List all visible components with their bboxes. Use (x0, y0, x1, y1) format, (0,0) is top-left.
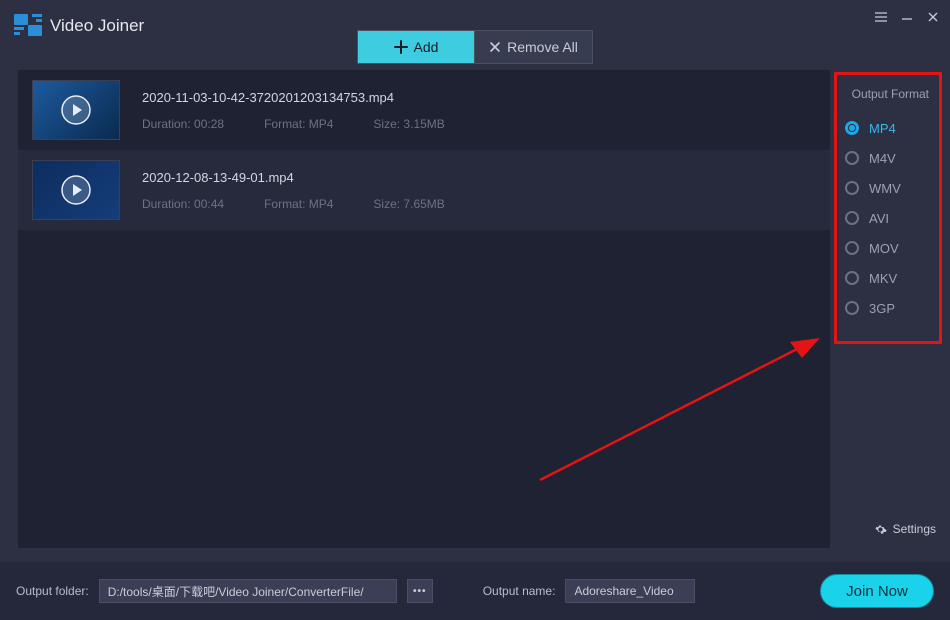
output-folder-input[interactable] (99, 579, 397, 603)
radio-dot-icon (845, 151, 859, 165)
hamburger-icon (875, 12, 887, 22)
radio-dot-icon (845, 271, 859, 285)
remove-all-button-label: Remove All (507, 39, 578, 55)
format-label: MKV (869, 271, 897, 286)
video-thumbnail (32, 160, 120, 220)
minimize-button[interactable] (900, 10, 914, 24)
format-radio-m4v[interactable]: M4V (845, 143, 931, 173)
file-name: 2020-12-08-13-49-01.mp4 (142, 170, 816, 185)
output-format-panel: Output Format MP4 M4V WMV AVI MOV MKV 3GP (834, 70, 942, 548)
gear-icon (874, 523, 887, 536)
plus-icon (394, 40, 408, 54)
format-radio-3gp[interactable]: 3GP (845, 293, 931, 323)
app-logo-wrap: Video Joiner (14, 14, 144, 38)
add-button[interactable]: Add (358, 31, 475, 63)
minimize-icon (901, 11, 913, 23)
file-row[interactable]: 2020-11-03-10-42-3720201203134753.mp4 Du… (18, 70, 830, 150)
settings-label: Settings (893, 522, 936, 536)
play-icon (60, 174, 92, 206)
radio-dot-icon (845, 211, 859, 225)
format-label: 3GP (869, 301, 895, 316)
file-meta: Duration: 00:28 Format: MP4 Size: 3.15MB (142, 117, 816, 131)
bottom-bar: Output folder: ••• Output name: Join Now (0, 562, 950, 620)
format-radio-wmv[interactable]: WMV (845, 173, 931, 203)
format-radio-mkv[interactable]: MKV (845, 263, 931, 293)
file-duration: Duration: 00:28 (142, 117, 224, 131)
format-label: MP4 (869, 121, 896, 136)
output-name-label: Output name: (483, 584, 556, 598)
file-size: Size: 7.65MB (373, 197, 444, 211)
radio-dot-icon (845, 241, 859, 255)
x-icon (489, 41, 501, 53)
close-button[interactable] (926, 10, 940, 24)
format-radio-mp4[interactable]: MP4 (845, 113, 931, 143)
radio-dot-icon (845, 301, 859, 315)
format-label: M4V (869, 151, 896, 166)
file-size: Size: 3.15MB (373, 117, 444, 131)
file-list: 2020-11-03-10-42-3720201203134753.mp4 Du… (18, 70, 830, 548)
file-format: Format: MP4 (264, 117, 333, 131)
play-icon (60, 94, 92, 126)
format-label: AVI (869, 211, 889, 226)
radio-dot-icon (845, 121, 859, 135)
app-logo-icon (14, 14, 42, 38)
format-label: MOV (869, 241, 899, 256)
file-info: 2020-12-08-13-49-01.mp4 Duration: 00:44 … (142, 170, 816, 211)
file-format: Format: MP4 (264, 197, 333, 211)
file-meta: Duration: 00:44 Format: MP4 Size: 7.65MB (142, 197, 816, 211)
add-button-label: Add (414, 39, 439, 55)
format-label: WMV (869, 181, 901, 196)
output-format-title: Output Format (845, 87, 931, 101)
remove-all-button[interactable]: Remove All (475, 31, 592, 63)
window-controls (874, 10, 940, 24)
join-now-label: Join Now (846, 583, 908, 600)
video-thumbnail (32, 80, 120, 140)
radio-dot-icon (845, 181, 859, 195)
join-now-button[interactable]: Join Now (820, 574, 934, 608)
output-folder-label: Output folder: (16, 584, 89, 598)
file-name: 2020-11-03-10-42-3720201203134753.mp4 (142, 90, 816, 105)
output-format-highlight: Output Format MP4 M4V WMV AVI MOV MKV 3GP (834, 72, 942, 344)
settings-button[interactable]: Settings (874, 522, 936, 536)
browse-button[interactable]: ••• (407, 579, 433, 603)
file-duration: Duration: 00:44 (142, 197, 224, 211)
output-name-input[interactable] (565, 579, 695, 603)
app-title: Video Joiner (50, 16, 144, 36)
file-row[interactable]: 2020-12-08-13-49-01.mp4 Duration: 00:44 … (18, 150, 830, 230)
file-info: 2020-11-03-10-42-3720201203134753.mp4 Du… (142, 90, 816, 131)
ellipsis-icon: ••• (413, 586, 427, 597)
main-toolbar: Add Remove All (357, 30, 593, 64)
format-radio-mov[interactable]: MOV (845, 233, 931, 263)
format-radio-avi[interactable]: AVI (845, 203, 931, 233)
close-icon (927, 11, 939, 23)
menu-button[interactable] (874, 10, 888, 24)
